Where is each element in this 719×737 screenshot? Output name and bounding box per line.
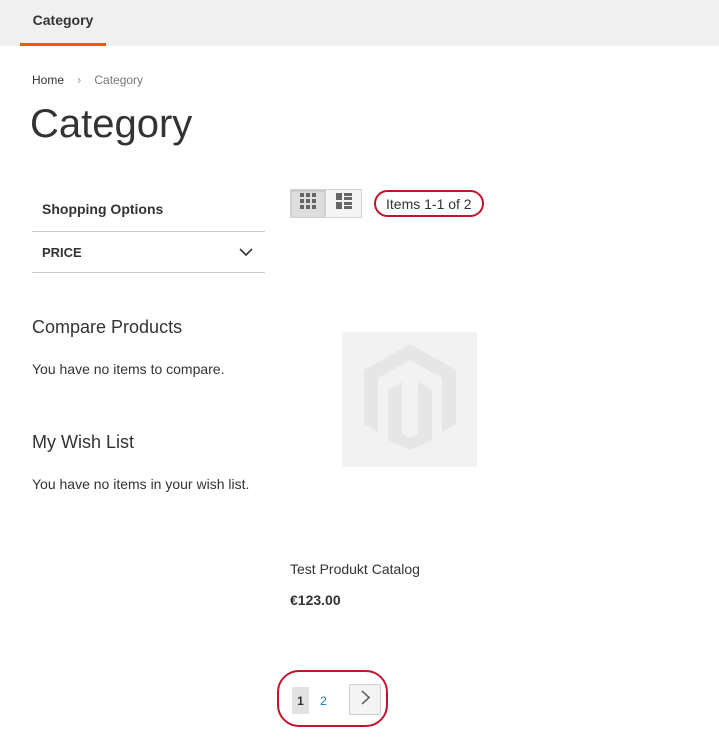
list-icon [335, 193, 352, 214]
toolbar-items-count: Items 1-1 of 2 [374, 190, 484, 217]
top-navigation: Category [0, 0, 719, 46]
products-toolbar: Items 1-1 of 2 [290, 188, 484, 219]
breadcrumb-home-link[interactable]: Home [32, 73, 64, 87]
magento-logo-icon [362, 342, 458, 457]
grid-icon [300, 193, 316, 214]
product-image-placeholder[interactable] [342, 332, 477, 467]
compare-products-title: Compare Products [32, 317, 183, 337]
next-page-button[interactable] [349, 684, 381, 715]
page-2-link[interactable]: 2 [315, 687, 332, 714]
view-mode-switcher [290, 189, 362, 218]
chevron-right-icon [360, 689, 370, 710]
pagination: 1 2 [277, 670, 388, 727]
page-current: 1 [292, 687, 309, 714]
filter-price-label: PRICE [42, 244, 82, 260]
shopping-options-title: Shopping Options [32, 186, 265, 232]
product-price: €123.00 [290, 592, 341, 608]
nav-tab-category[interactable]: Category [20, 0, 106, 46]
wishlist-title: My Wish List [32, 432, 135, 452]
product-name-link[interactable]: Test Produkt Catalog [290, 561, 420, 577]
page-title: Category [30, 102, 193, 146]
filter-price-toggle[interactable]: PRICE [32, 232, 265, 273]
filter-sidebar: Shopping Options PRICE [32, 186, 265, 273]
list-mode-button[interactable] [326, 189, 362, 218]
chevron-down-icon [239, 245, 253, 260]
breadcrumb-current: Category [94, 72, 144, 87]
compare-empty-message: You have no items to compare. [32, 361, 225, 377]
breadcrumb: Home › Category [32, 72, 143, 87]
breadcrumb-separator: › [77, 72, 82, 87]
wishlist-empty-message: You have no items in your wish list. [32, 476, 250, 492]
grid-mode-button[interactable] [290, 189, 326, 218]
